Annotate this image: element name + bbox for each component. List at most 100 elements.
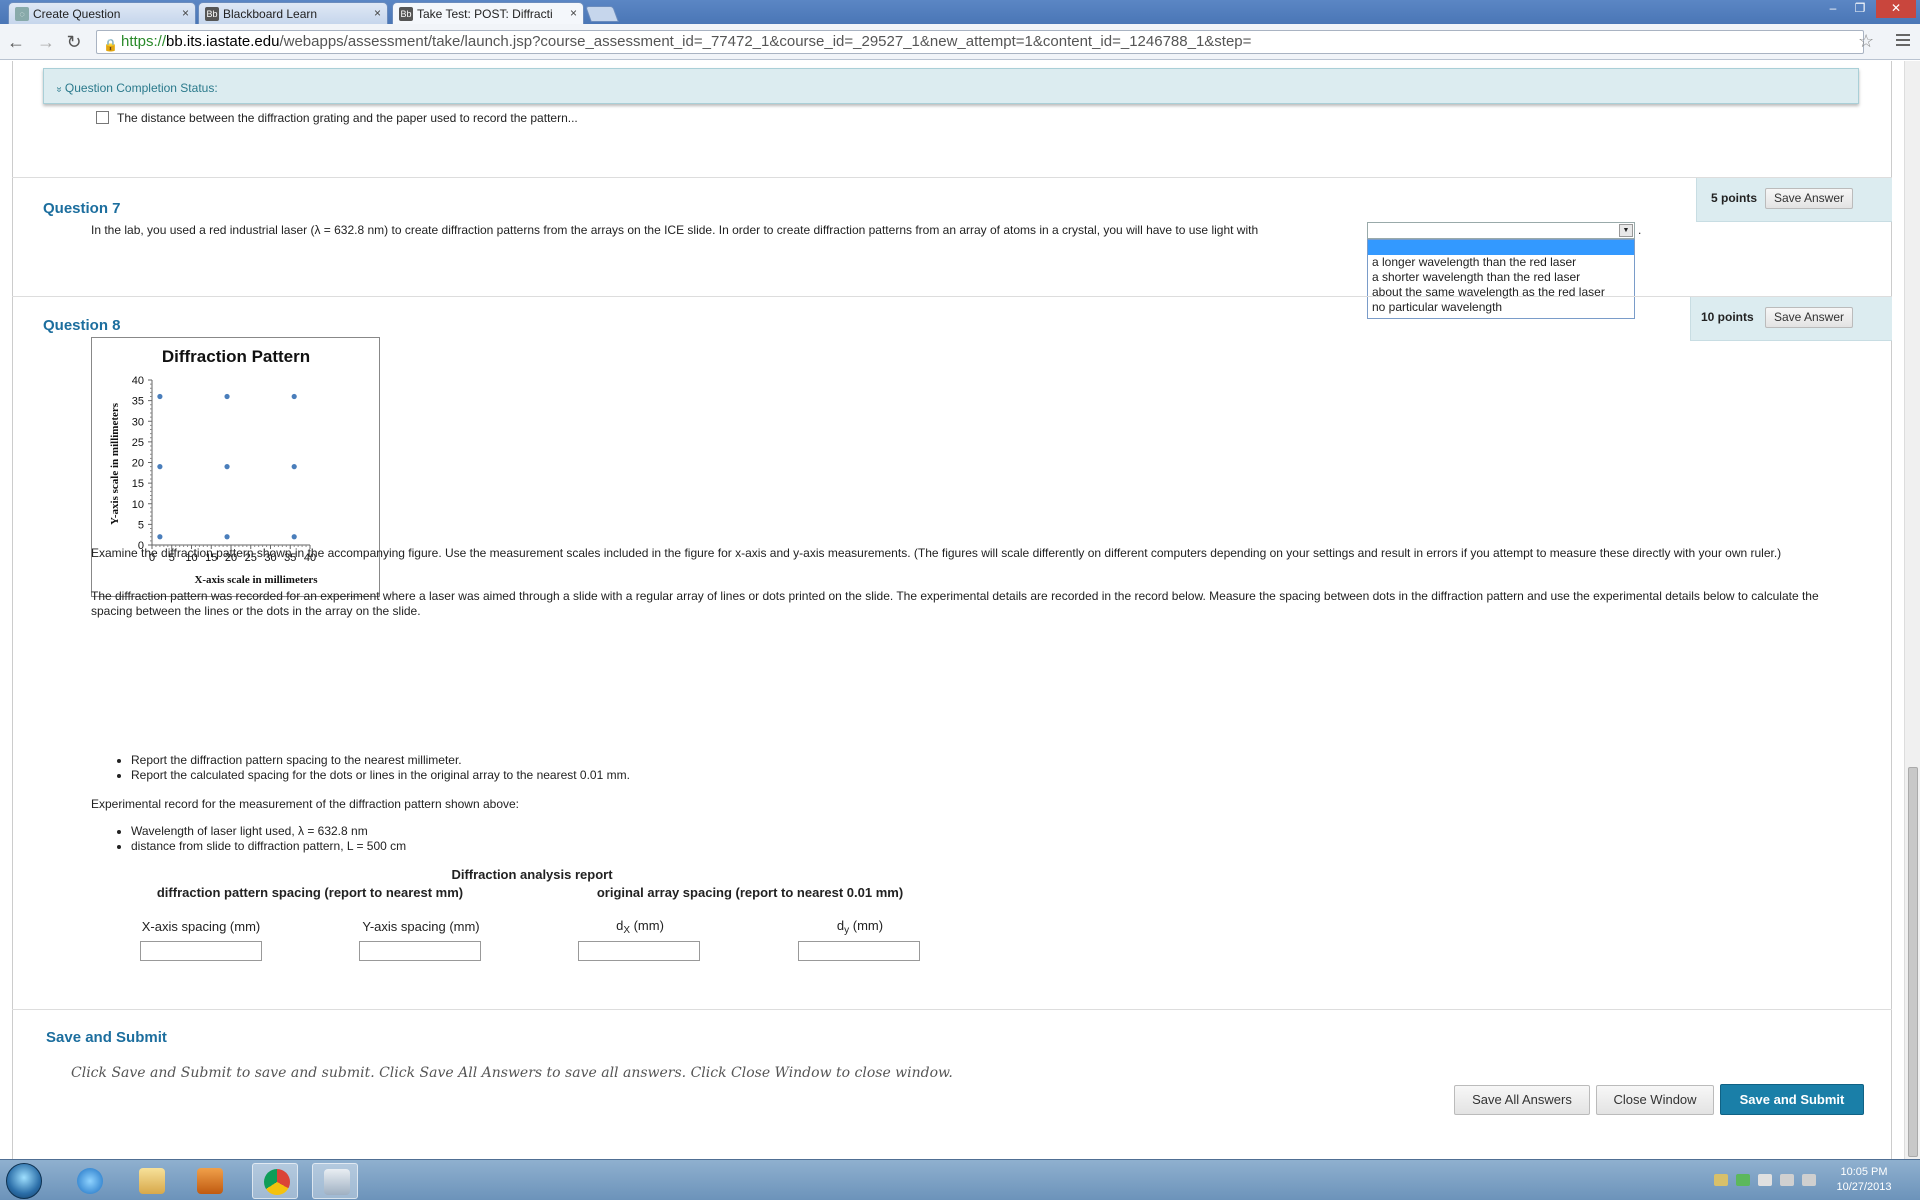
blackboard-favicon-icon: ◌ bbox=[15, 7, 29, 21]
blackboard-favicon-icon: Bb bbox=[399, 7, 413, 21]
reload-icon[interactable]: ↻ bbox=[64, 32, 84, 52]
url-host: bb.its.iastate.edu bbox=[166, 33, 280, 50]
lock-icon: 🔒 bbox=[103, 38, 118, 52]
question-completion-status[interactable]: » Question Completion Status: bbox=[43, 68, 1859, 104]
option-checkbox[interactable] bbox=[96, 111, 109, 124]
close-window-button[interactable]: Close Window bbox=[1596, 1085, 1714, 1115]
list-item: Report the calculated spacing for the do… bbox=[131, 768, 630, 783]
diffraction-dot bbox=[224, 393, 230, 400]
y-tick-label: 15 bbox=[132, 478, 144, 490]
status-label: Question Completion Status: bbox=[64, 81, 218, 95]
question-7-points-box: 5 points Save Answer bbox=[1696, 178, 1892, 222]
reporting-instructions-list: Report the diffraction pattern spacing t… bbox=[131, 753, 630, 783]
clock-date: 10/27/2013 bbox=[1836, 1181, 1892, 1193]
dropdown-option-shorter[interactable]: a shorter wavelength than the red laser bbox=[1368, 270, 1634, 285]
dy-label: dy (mm) bbox=[780, 918, 940, 936]
save-all-answers-button[interactable]: Save All Answers bbox=[1454, 1085, 1590, 1115]
windows-taskbar: 10:05 PM 10/27/2013 bbox=[0, 1159, 1920, 1200]
dropdown-option-none[interactable]: no particular wavelength bbox=[1368, 300, 1634, 315]
media-player-icon[interactable] bbox=[186, 1163, 232, 1199]
points-value: 5 points bbox=[1711, 191, 1758, 205]
browser-toolbar: ← → ↻ 🔒 https://bb.its.iastate.edu/webap… bbox=[0, 24, 1920, 60]
diffraction-dot bbox=[157, 393, 163, 400]
window-close-icon[interactable]: ✕ bbox=[1876, 0, 1916, 18]
list-item: Report the diffraction pattern spacing t… bbox=[131, 753, 630, 768]
scrollbar-thumb[interactable] bbox=[1908, 767, 1918, 1157]
y-spacing-input[interactable] bbox=[359, 941, 481, 961]
forward-arrow-icon[interactable]: → bbox=[36, 32, 56, 52]
y-tick-label: 10 bbox=[132, 499, 144, 511]
dropdown-arrow-icon[interactable]: ▼ bbox=[1619, 224, 1633, 237]
page-scrollbar[interactable] bbox=[1904, 61, 1920, 1159]
tray-flag-icon[interactable] bbox=[1758, 1174, 1772, 1186]
chart-x-axis-label: X-axis scale in millimeters bbox=[194, 574, 318, 586]
instructions-paragraph-1: Examine the diffraction pattern shown in… bbox=[91, 546, 1782, 560]
dx-label: dX (mm) bbox=[560, 918, 720, 936]
system-clock[interactable]: 10:05 PM 10/27/2013 bbox=[1828, 1165, 1900, 1195]
instructions-paragraph-2: The diffraction pattern was recorded for… bbox=[91, 589, 1819, 618]
file-explorer-icon[interactable] bbox=[128, 1163, 174, 1199]
tab-title: Create Question bbox=[33, 7, 121, 21]
y-tick-label: 5 bbox=[138, 519, 144, 531]
trailing-period: . bbox=[1638, 223, 1642, 237]
tab-strip: ◌ Create Question × Bb Blackboard Learn … bbox=[0, 0, 1920, 24]
chrome-icon[interactable] bbox=[252, 1163, 298, 1199]
windows-start-icon[interactable] bbox=[6, 1163, 42, 1199]
tray-monitor-icon[interactable] bbox=[1780, 1174, 1794, 1186]
y-tick-label: 20 bbox=[132, 458, 144, 470]
previous-question-option: The distance between the diffraction gra… bbox=[96, 111, 578, 125]
tab-take-test[interactable]: Bb Take Test: POST: Diffracti × bbox=[392, 2, 584, 24]
dy-input[interactable] bbox=[798, 941, 920, 961]
question-8-title: Question 8 bbox=[43, 317, 121, 334]
tray-volume-icon[interactable] bbox=[1802, 1174, 1816, 1186]
dx-unit: (mm) bbox=[629, 918, 664, 933]
page-content: » Question Completion Status: The distan… bbox=[0, 61, 1904, 1159]
x-spacing-label: X-axis spacing (mm) bbox=[141, 919, 261, 934]
diffraction-dot bbox=[224, 464, 230, 470]
dx-input[interactable] bbox=[578, 941, 700, 961]
question-text: In the lab, you used a red industrial la… bbox=[91, 223, 1259, 237]
address-bar[interactable]: 🔒 https://bb.its.iastate.edu/webapps/ass… bbox=[96, 30, 1864, 54]
list-item: Wavelength of laser light used, λ = 632.… bbox=[131, 824, 406, 839]
dropdown-option-longer[interactable]: a longer wavelength than the red laser bbox=[1368, 255, 1634, 270]
url-path: /webapps/assessment/take/launch.jsp?cour… bbox=[279, 33, 1252, 50]
internet-explorer-icon[interactable] bbox=[66, 1163, 112, 1199]
close-tab-icon[interactable]: × bbox=[570, 6, 577, 20]
question-7-text: In the lab, you used a red industrial la… bbox=[91, 223, 1258, 237]
save-and-submit-note: Click Save and Submit to save and submit… bbox=[71, 1065, 953, 1081]
x-spacing-input[interactable] bbox=[140, 941, 262, 961]
chart-points bbox=[157, 393, 297, 540]
minimize-icon[interactable]: – bbox=[1820, 0, 1846, 18]
tray-network-icon[interactable] bbox=[1714, 1174, 1728, 1186]
close-tab-icon[interactable]: × bbox=[182, 6, 189, 20]
report-group-array-spacing: original array spacing (report to neares… bbox=[596, 885, 904, 900]
diffraction-dot bbox=[291, 393, 297, 400]
tab-blackboard-learn[interactable]: Bb Blackboard Learn × bbox=[198, 2, 388, 24]
question-divider bbox=[12, 177, 1892, 178]
save-and-submit-button[interactable]: Save and Submit bbox=[1720, 1084, 1864, 1115]
answer-dropdown[interactable]: ▼ bbox=[1367, 222, 1635, 239]
tab-title: Blackboard Learn bbox=[223, 7, 318, 21]
dropdown-option-blank[interactable] bbox=[1368, 240, 1634, 255]
new-tab-button[interactable] bbox=[585, 6, 619, 22]
close-tab-icon[interactable]: × bbox=[374, 6, 381, 20]
tray-update-icon[interactable] bbox=[1736, 1174, 1750, 1186]
save-answer-button[interactable]: Save Answer bbox=[1765, 307, 1853, 328]
save-answer-button[interactable]: Save Answer bbox=[1765, 188, 1853, 209]
bookmark-star-icon[interactable]: ☆ bbox=[1858, 31, 1874, 52]
browser-menu-icon[interactable] bbox=[1896, 34, 1910, 49]
snipping-tool-icon[interactable] bbox=[312, 1163, 358, 1199]
chart-y-axis-label: Y-axis scale in millimeters bbox=[109, 402, 121, 525]
tab-create-question[interactable]: ◌ Create Question × bbox=[8, 2, 196, 24]
clock-time: 10:05 PM bbox=[1840, 1166, 1888, 1178]
restore-icon[interactable]: ❐ bbox=[1847, 0, 1873, 18]
back-arrow-icon[interactable]: ← bbox=[6, 32, 26, 52]
dropdown-option-same[interactable]: about the same wavelength as the red las… bbox=[1368, 285, 1634, 300]
diffraction-dot bbox=[291, 464, 297, 470]
dy-unit: (mm) bbox=[849, 918, 884, 933]
question-8-points-box: 10 points Save Answer bbox=[1690, 297, 1892, 341]
experimental-record-list: Wavelength of laser light used, λ = 632.… bbox=[131, 824, 406, 854]
dropdown-options-list: a longer wavelength than the red laser a… bbox=[1367, 239, 1635, 319]
experimental-record-intro: Experimental record for the measurement … bbox=[91, 797, 520, 811]
url-scheme: https:// bbox=[121, 33, 167, 50]
